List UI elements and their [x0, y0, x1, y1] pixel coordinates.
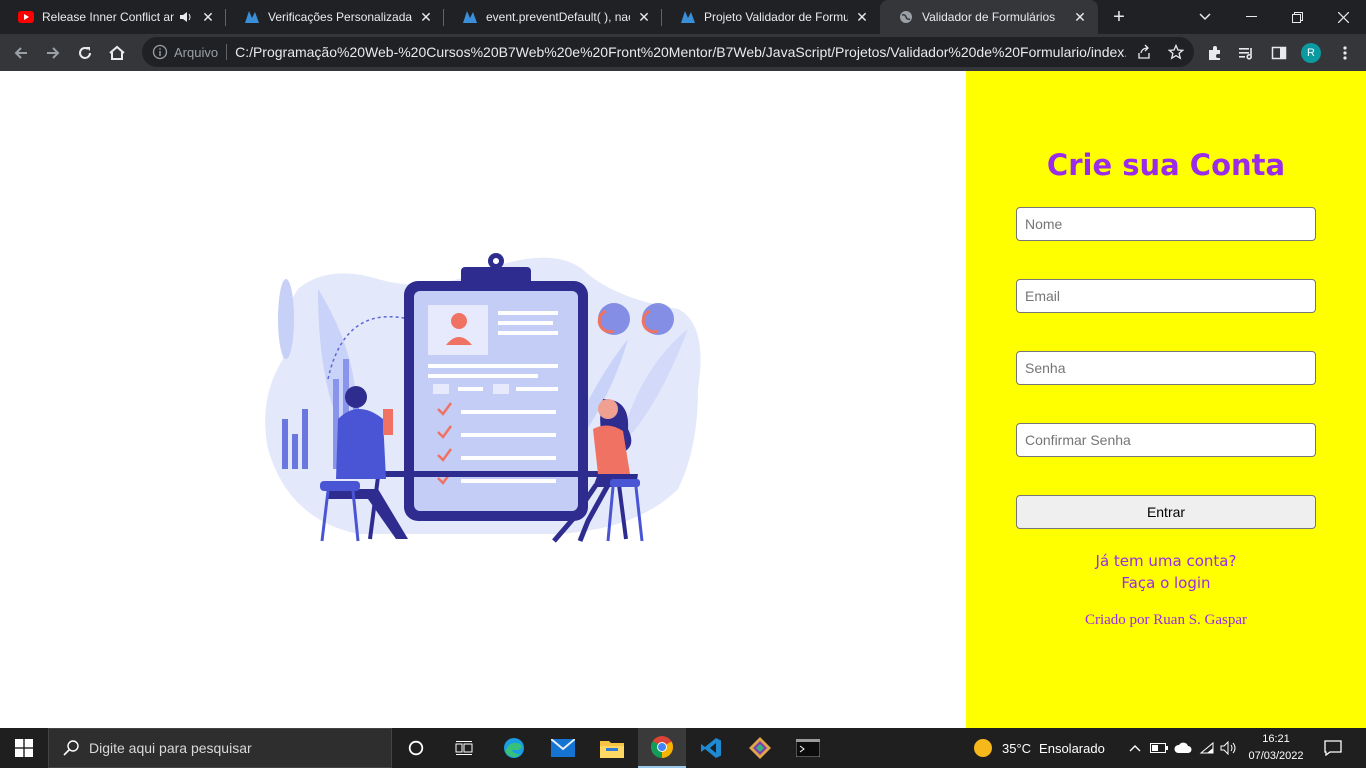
edge-app[interactable] — [490, 728, 538, 768]
b7web-icon — [462, 9, 478, 25]
sun-icon — [974, 739, 992, 757]
search-icon — [63, 740, 79, 756]
git-tool-app[interactable] — [736, 728, 784, 768]
home-button[interactable] — [102, 38, 132, 68]
notifications-icon[interactable] — [1318, 728, 1348, 768]
task-view-button[interactable] — [440, 728, 488, 768]
terminal-app[interactable] — [784, 728, 832, 768]
vscode-icon — [701, 738, 721, 758]
task-view-icon — [455, 741, 473, 755]
confirm-password-field[interactable] — [1016, 423, 1316, 457]
extensions-puzzle-icon[interactable] — [1200, 38, 1230, 68]
tab-prevent-default[interactable]: event.preventDefault( ), nao f ✕ — [444, 0, 662, 34]
profile-avatar[interactable]: R — [1301, 43, 1321, 63]
password-field[interactable] — [1016, 351, 1316, 385]
weather-widget[interactable]: 35°C Ensolarado — [974, 728, 1105, 768]
windows-taskbar: Digite aqui para pesquisar 35°C Ensolara… — [0, 728, 1366, 768]
tab-title: event.preventDefault( ), nao f — [486, 10, 630, 24]
tab-title: Projeto Validador de Formulá — [704, 10, 848, 24]
clock-date: 07/03/2022 — [1248, 750, 1304, 762]
share-icon[interactable] — [1136, 44, 1152, 60]
reload-button[interactable] — [70, 38, 100, 68]
chrome-app[interactable] — [638, 728, 686, 768]
name-field[interactable] — [1016, 207, 1316, 241]
tab-youtube[interactable]: Release Inner Conflict an ✕ — [0, 0, 226, 34]
bookmark-star-icon[interactable] — [1167, 43, 1185, 60]
youtube-icon — [18, 9, 34, 25]
tab-search-chevron-icon[interactable] — [1182, 0, 1228, 34]
cortana-circle-icon — [408, 740, 424, 756]
tab-validador-active[interactable]: Validador de Formulários ✕ — [880, 0, 1098, 34]
start-button[interactable] — [0, 728, 48, 768]
b7web-icon — [680, 9, 696, 25]
form-title: Crie sua Conta — [1046, 148, 1286, 182]
login-link[interactable]: Já tem uma conta? Faça o login — [966, 550, 1366, 594]
close-tab-icon[interactable]: ✕ — [636, 9, 652, 25]
cortana-button[interactable] — [392, 728, 440, 768]
close-tab-icon[interactable]: ✕ — [854, 9, 870, 25]
folder-icon — [600, 741, 624, 758]
mail-app[interactable] — [539, 728, 587, 768]
close-tab-icon[interactable]: ✕ — [200, 9, 216, 25]
diamond-app-icon — [749, 737, 771, 759]
tab-title: Verificações Personalizadas | — [268, 10, 412, 24]
chrome-menu-icon[interactable] — [1330, 38, 1360, 68]
email-field[interactable] — [1016, 279, 1316, 313]
tab-projeto-validador[interactable]: Projeto Validador de Formulá ✕ — [662, 0, 880, 34]
tray-chevron-icon[interactable] — [1124, 728, 1146, 768]
globe-icon — [898, 9, 914, 25]
minimize-button[interactable] — [1228, 0, 1274, 34]
weather-temp: 35°C — [1002, 740, 1032, 756]
omnibox-divider — [226, 44, 228, 60]
tab-title: Validador de Formulários — [922, 10, 1056, 24]
onedrive-cloud-icon[interactable] — [1172, 728, 1194, 768]
close-tab-icon[interactable]: ✕ — [418, 9, 434, 25]
file-explorer-app[interactable] — [588, 728, 636, 768]
windows-logo-icon — [15, 739, 33, 757]
vscode-app[interactable] — [687, 728, 735, 768]
submit-button[interactable]: Entrar — [1016, 495, 1316, 529]
clock-time: 16:21 — [1262, 733, 1290, 745]
volume-icon[interactable] — [1218, 728, 1240, 768]
audio-playing-icon[interactable] — [178, 9, 194, 25]
login-prompt: Já tem uma conta? — [1095, 552, 1237, 570]
back-button[interactable] — [6, 38, 36, 68]
wifi-icon[interactable] — [1196, 728, 1218, 768]
chrome-icon — [651, 736, 673, 758]
page-content: Crie sua Conta Entrar Já tem uma conta? … — [0, 71, 1366, 728]
login-action[interactable]: Faça o login — [966, 572, 1366, 594]
b7web-icon — [244, 9, 260, 25]
tab-strip: Release Inner Conflict an ✕ Verificações… — [0, 0, 1366, 34]
system-clock[interactable]: 16:21 07/03/2022 — [1240, 731, 1312, 765]
restore-button[interactable] — [1274, 0, 1320, 34]
browser-toolbar: Arquivo C:/Programação%20Web-%20Cursos%2… — [0, 34, 1366, 71]
battery-icon[interactable] — [1148, 728, 1170, 768]
url-text[interactable]: C:/Programação%20Web-%20Cursos%20B7Web%2… — [235, 44, 1126, 60]
close-tab-icon[interactable]: ✕ — [1072, 9, 1088, 25]
signup-panel: Crie sua Conta Entrar Já tem uma conta? … — [966, 71, 1366, 728]
media-controls-icon[interactable] — [1232, 38, 1262, 68]
close-window-button[interactable] — [1320, 0, 1366, 34]
search-placeholder: Digite aqui para pesquisar — [89, 740, 252, 756]
author-credit: Criado por Ruan S. Gaspar — [1084, 612, 1248, 628]
edge-icon — [504, 738, 524, 758]
side-panel-icon[interactable] — [1264, 38, 1294, 68]
new-tab-button[interactable]: + — [1106, 4, 1132, 30]
terminal-icon — [796, 739, 820, 757]
tab-verificacoes[interactable]: Verificações Personalizadas | ✕ — [226, 0, 444, 34]
mail-icon — [551, 739, 575, 757]
job-interview-illustration — [265, 253, 701, 543]
security-label: Arquivo — [174, 44, 219, 60]
info-icon — [152, 44, 168, 60]
address-bar[interactable]: Arquivo C:/Programação%20Web-%20Cursos%2… — [142, 37, 1194, 67]
forward-button[interactable] — [38, 38, 68, 68]
weather-desc: Ensolarado — [1039, 740, 1105, 756]
tab-title: Release Inner Conflict an — [42, 10, 174, 24]
site-info[interactable]: Arquivo — [152, 44, 218, 60]
taskbar-search[interactable]: Digite aqui para pesquisar — [48, 728, 392, 768]
